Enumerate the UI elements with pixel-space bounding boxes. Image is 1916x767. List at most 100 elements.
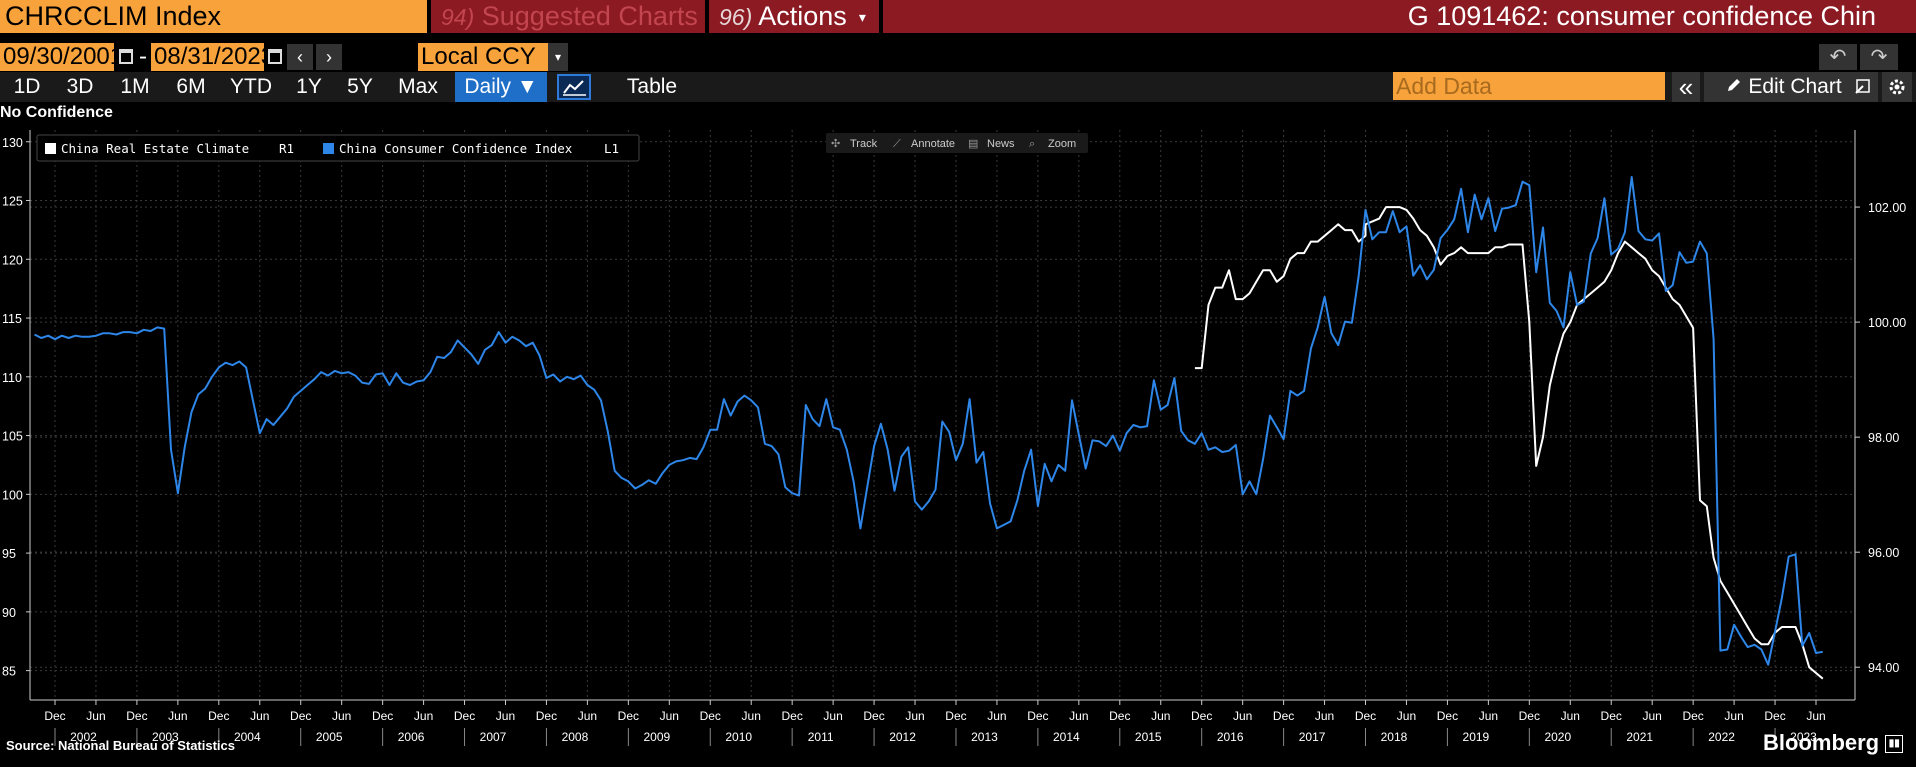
axes: 85 90 95 100 105 110 115 120 125 130 94.00 96.00 98.… — [2, 130, 1906, 746]
series-real-estate-line — [1194, 206, 1824, 680]
x-tick-label: Jun — [496, 709, 515, 723]
x-tick-label: Dec — [1273, 709, 1294, 723]
x-tick-label: Jun — [1069, 709, 1088, 723]
y-left-tick-label: 130 — [2, 136, 23, 150]
series-consumer-line — [34, 176, 1823, 666]
svg-text:✣: ✣ — [831, 138, 840, 150]
legend: China Real Estate Climate R1 China Consu… — [36, 134, 640, 162]
y-left-tick-label: 120 — [2, 253, 23, 267]
legend-swatch-real-estate — [45, 143, 56, 154]
y-right-tick-label: 98.00 — [1868, 431, 1899, 445]
legend-consumer: China Consumer Confidence Index — [339, 141, 573, 156]
source-note: Source: National Bureau of Statistics — [6, 738, 235, 753]
x-tick-label: Dec — [700, 709, 721, 723]
legend-consumer-axis: L1 — [604, 141, 619, 156]
x-year-label: 2008 — [562, 730, 589, 744]
x-tick-label: Jun — [1315, 709, 1334, 723]
x-tick-label: Dec — [1437, 709, 1458, 723]
x-year-label: 2012 — [889, 730, 916, 744]
svg-text:⌕: ⌕ — [1029, 138, 1035, 150]
x-year-label: 2006 — [398, 730, 425, 744]
y-right-tick-label: 102.00 — [1868, 201, 1906, 215]
x-year-label: 2007 — [480, 730, 507, 744]
x-tick-label: Dec — [1109, 709, 1130, 723]
brand-name: Bloomberg — [1763, 730, 1880, 755]
x-year-label: 2010 — [725, 730, 752, 744]
x-tick-label: Jun — [414, 709, 433, 723]
legend-swatch-consumer — [323, 143, 334, 154]
x-year-label: 2022 — [1708, 730, 1735, 744]
x-tick-label: Jun — [742, 709, 761, 723]
x-tick-label: Jun — [1561, 709, 1580, 723]
x-tick-label: Jun — [987, 709, 1006, 723]
bloomberg-mark-icon: ▮▮ — [1885, 735, 1904, 754]
x-tick-label: Dec — [945, 709, 966, 723]
tool-track[interactable]: Track — [850, 138, 878, 150]
y-left-tick-label: 110 — [2, 371, 22, 385]
x-year-label: 2011 — [808, 730, 834, 744]
y-left-tick-label: 100 — [2, 488, 23, 502]
line-chart[interactable]: 85 90 95 100 105 110 115 120 125 130 94.00 96.00 98.… — [0, 0, 1916, 767]
x-tick-label: Dec — [618, 709, 639, 723]
x-tick-label: Jun — [332, 709, 351, 723]
x-tick-label: Dec — [1191, 709, 1212, 723]
chart-tools: ✣ Track ⟋ Annotate ▤ News ⌕ Zoom — [826, 133, 1088, 153]
tool-zoom[interactable]: Zoom — [1048, 138, 1076, 150]
x-year-label: 2009 — [643, 730, 670, 744]
x-tick-label: Dec — [44, 709, 65, 723]
x-year-label: 2016 — [1217, 730, 1244, 744]
y-left-tick-label: 90 — [2, 606, 16, 620]
y-right-tick-label: 96.00 — [1868, 546, 1899, 560]
x-year-label: 2005 — [316, 730, 343, 744]
x-tick-label: Dec — [290, 709, 311, 723]
tool-news[interactable]: News — [987, 138, 1015, 150]
x-tick-label: Jun — [168, 709, 187, 723]
x-tick-label: Jun — [1151, 709, 1170, 723]
x-tick-label: Dec — [781, 709, 802, 723]
y-left-tick-label: 85 — [2, 665, 16, 679]
svg-text:⟋: ⟋ — [893, 138, 901, 150]
grid-lines — [30, 130, 1855, 700]
x-tick-label: Jun — [86, 709, 105, 723]
x-year-label: 2013 — [971, 730, 998, 744]
x-tick-label: Jun — [823, 709, 842, 723]
x-tick-label: Dec — [536, 709, 557, 723]
x-tick-label: Dec — [454, 709, 475, 723]
x-tick-label: Dec — [1601, 709, 1622, 723]
x-year-label: 2019 — [1463, 730, 1490, 744]
y-right-tick-label: 94.00 — [1868, 661, 1899, 675]
x-tick-label: Dec — [208, 709, 229, 723]
x-year-label: 2017 — [1299, 730, 1326, 744]
tool-annotate[interactable]: Annotate — [911, 138, 955, 150]
x-tick-label: Dec — [1027, 709, 1048, 723]
x-tick-label: Dec — [1519, 709, 1540, 723]
x-year-label: 2015 — [1135, 730, 1162, 744]
x-tick-label: Jun — [1397, 709, 1416, 723]
svg-text:▤: ▤ — [968, 138, 978, 150]
x-tick-label: Jun — [1479, 709, 1498, 723]
x-tick-label: Jun — [660, 709, 679, 723]
x-year-label: 2004 — [234, 730, 261, 744]
x-year-label: 2020 — [1544, 730, 1571, 744]
x-tick-label: Jun — [905, 709, 924, 723]
x-year-label: 2018 — [1381, 730, 1408, 744]
bloomberg-logo: Bloomberg ▮▮ — [1763, 730, 1904, 756]
x-tick-label: Jun — [1806, 709, 1825, 723]
x-year-label: 2014 — [1053, 730, 1080, 744]
y-left-tick-label: 105 — [2, 430, 23, 444]
x-year-label: 2021 — [1626, 730, 1653, 744]
y-left-tick-label: 115 — [2, 312, 22, 326]
x-tick-label: Dec — [126, 709, 147, 723]
series-lines — [34, 176, 1824, 680]
legend-real-estate: China Real Estate Climate — [61, 141, 249, 156]
x-tick-label: Dec — [863, 709, 884, 723]
legend-real-estate-axis: R1 — [279, 141, 294, 156]
x-tick-label: Dec — [1764, 709, 1785, 723]
x-tick-label: Jun — [250, 709, 269, 723]
x-tick-label: Jun — [1643, 709, 1662, 723]
x-tick-label: Jun — [1724, 709, 1743, 723]
x-tick-label: Dec — [372, 709, 393, 723]
x-tick-label: Jun — [578, 709, 597, 723]
x-tick-label: Dec — [1355, 709, 1376, 723]
y-left-tick-label: 95 — [2, 547, 16, 561]
